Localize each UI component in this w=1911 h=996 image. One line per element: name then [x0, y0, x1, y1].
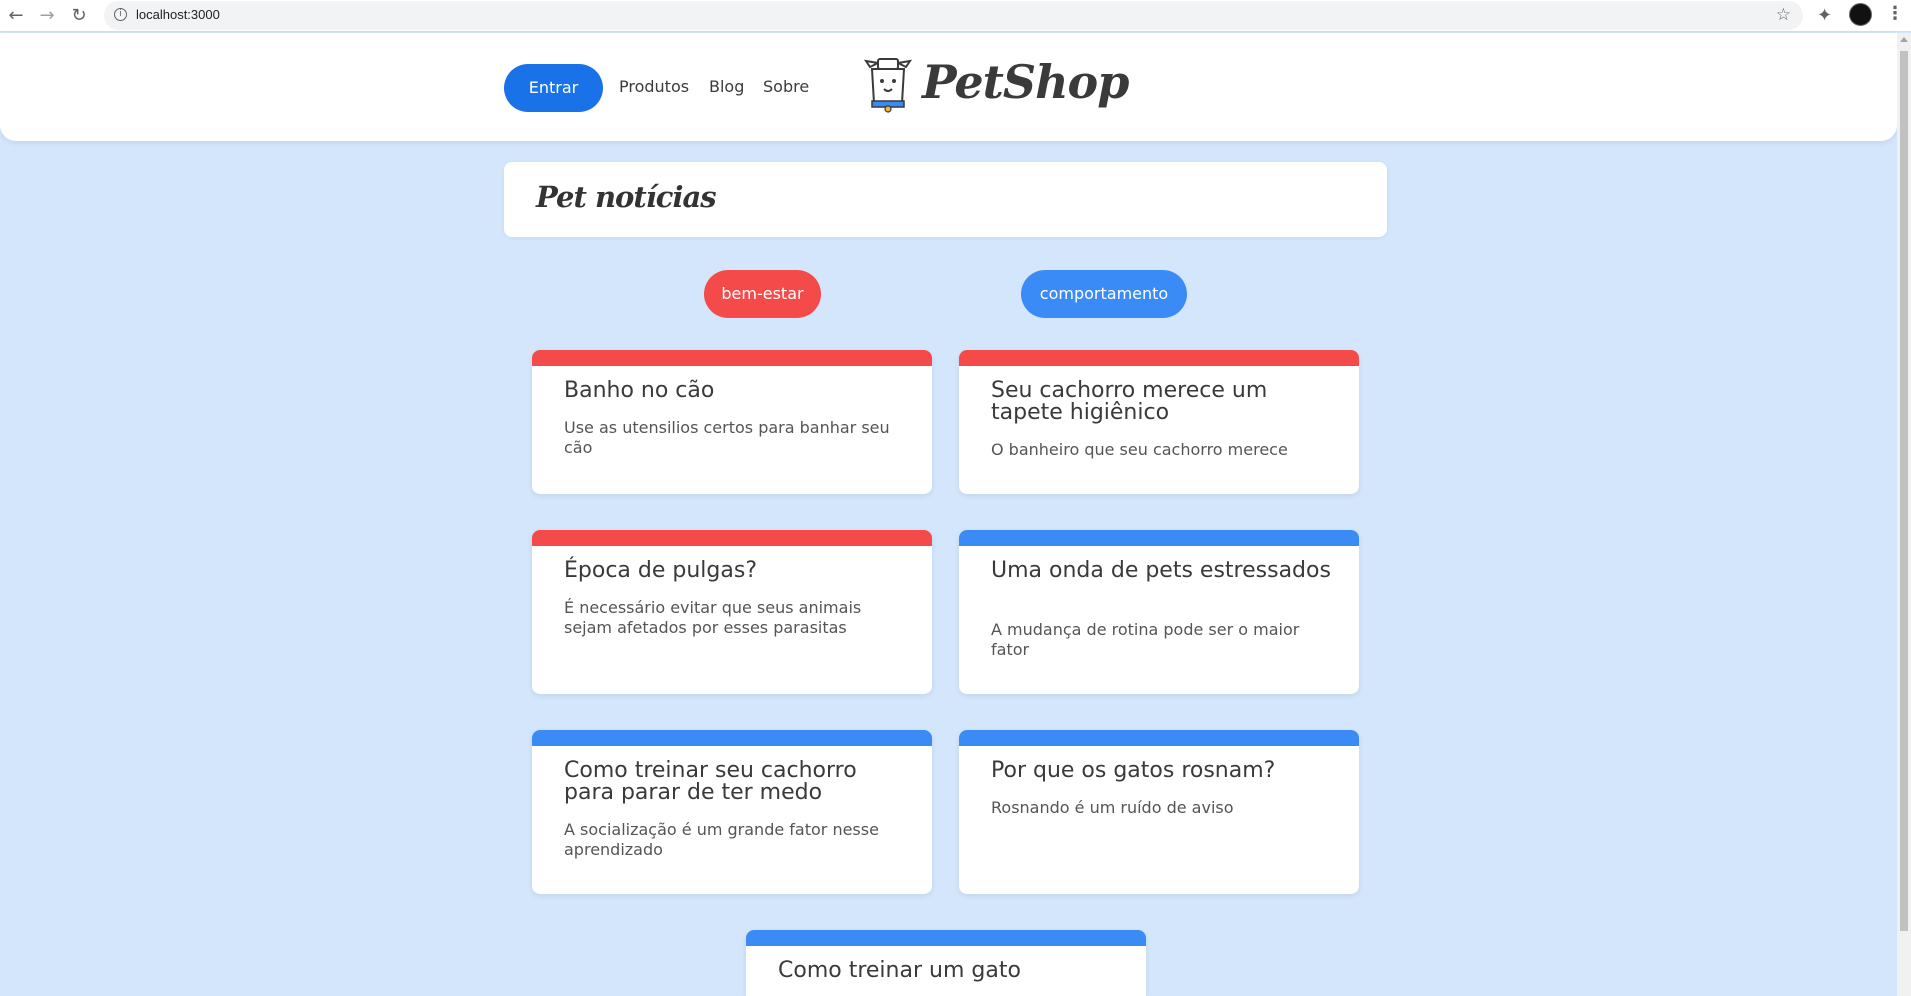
- login-button[interactable]: Entrar: [504, 64, 603, 112]
- post-title[interactable]: Seu cachorro merece um tapete higiênico: [991, 380, 1331, 424]
- info-icon[interactable]: i: [114, 8, 127, 21]
- category-comportamento[interactable]: comportamento: [1021, 270, 1187, 318]
- scroll-up-arrow-icon[interactable]: [1900, 37, 1908, 42]
- address-bar[interactable]: i localhost:3000 ☆: [104, 1, 1803, 30]
- site-header: Entrar Produtos Blog Sobre PetShop: [0, 33, 1897, 141]
- star-icon[interactable]: ☆: [1776, 5, 1791, 25]
- post-title[interactable]: Por que os gatos rosnam?: [991, 760, 1331, 782]
- category-bar: [959, 730, 1359, 746]
- post-card[interactable]: Uma onda de pets estressados A mudança d…: [959, 530, 1359, 694]
- post-card[interactable]: Como treinar um gato: [746, 930, 1146, 996]
- post-title[interactable]: Época de pulgas?: [564, 560, 904, 582]
- forward-icon[interactable]: →: [35, 4, 59, 28]
- category-bar: [959, 350, 1359, 366]
- post-card[interactable]: Banho no cão Use as utensilios certos pa…: [532, 350, 932, 494]
- post-card[interactable]: Por que os gatos rosnam? Rosnando é um r…: [959, 730, 1359, 894]
- category-bar: [959, 530, 1359, 546]
- back-icon[interactable]: ←: [4, 4, 28, 28]
- post-description: O banheiro que seu cachorro merece: [991, 440, 1288, 459]
- page-title: Pet notícias: [536, 180, 717, 214]
- category-bem-estar[interactable]: bem-estar: [704, 270, 821, 318]
- scrollbar-thumb[interactable]: [1900, 51, 1908, 931]
- post-title[interactable]: Banho no cão: [564, 380, 904, 402]
- url-text[interactable]: localhost:3000: [136, 7, 220, 22]
- dog-logo-icon: [864, 58, 912, 113]
- category-bar: [532, 730, 932, 746]
- category-bar: [532, 530, 932, 546]
- post-description: A socialização é um grande fator nesse a…: [564, 820, 879, 859]
- post-title[interactable]: Como treinar um gato: [778, 960, 1118, 982]
- post-card[interactable]: Seu cachorro merece um tapete higiênico …: [959, 350, 1359, 494]
- reload-icon[interactable]: ↻: [67, 4, 91, 28]
- post-card[interactable]: Como treinar seu cachorro para parar de …: [532, 730, 932, 894]
- browser-toolbar: ← → ↻ i localhost:3000 ☆ ✦ ⋮: [0, 0, 1911, 32]
- nav-link-blog[interactable]: Blog: [709, 77, 744, 96]
- post-description: Use as utensilios certos para banhar seu…: [564, 418, 890, 457]
- page-scrollbar[interactable]: [1897, 33, 1911, 996]
- post-description: Rosnando é um ruído de aviso: [991, 798, 1234, 817]
- nav-link-produtos[interactable]: Produtos: [619, 77, 689, 96]
- nav-link-sobre[interactable]: Sobre: [763, 77, 809, 96]
- post-title[interactable]: Uma onda de pets estressados: [991, 560, 1331, 582]
- category-bar: [532, 350, 932, 366]
- puzzle-icon[interactable]: ✦: [1817, 5, 1832, 26]
- profile-avatar[interactable]: [1849, 3, 1872, 26]
- category-bar: [746, 930, 1146, 946]
- page-title-box: Pet notícias: [504, 162, 1387, 237]
- logo-text[interactable]: PetShop: [922, 55, 1129, 109]
- post-description: É necessário evitar que seus animais sej…: [564, 598, 862, 637]
- post-card[interactable]: Época de pulgas? É necessário evitar que…: [532, 530, 932, 694]
- post-description: A mudança de rotina pode ser o maior fat…: [991, 620, 1300, 659]
- kebab-menu-icon[interactable]: ⋮: [1886, 3, 1904, 24]
- post-title[interactable]: Como treinar seu cachorro para parar de …: [564, 760, 904, 804]
